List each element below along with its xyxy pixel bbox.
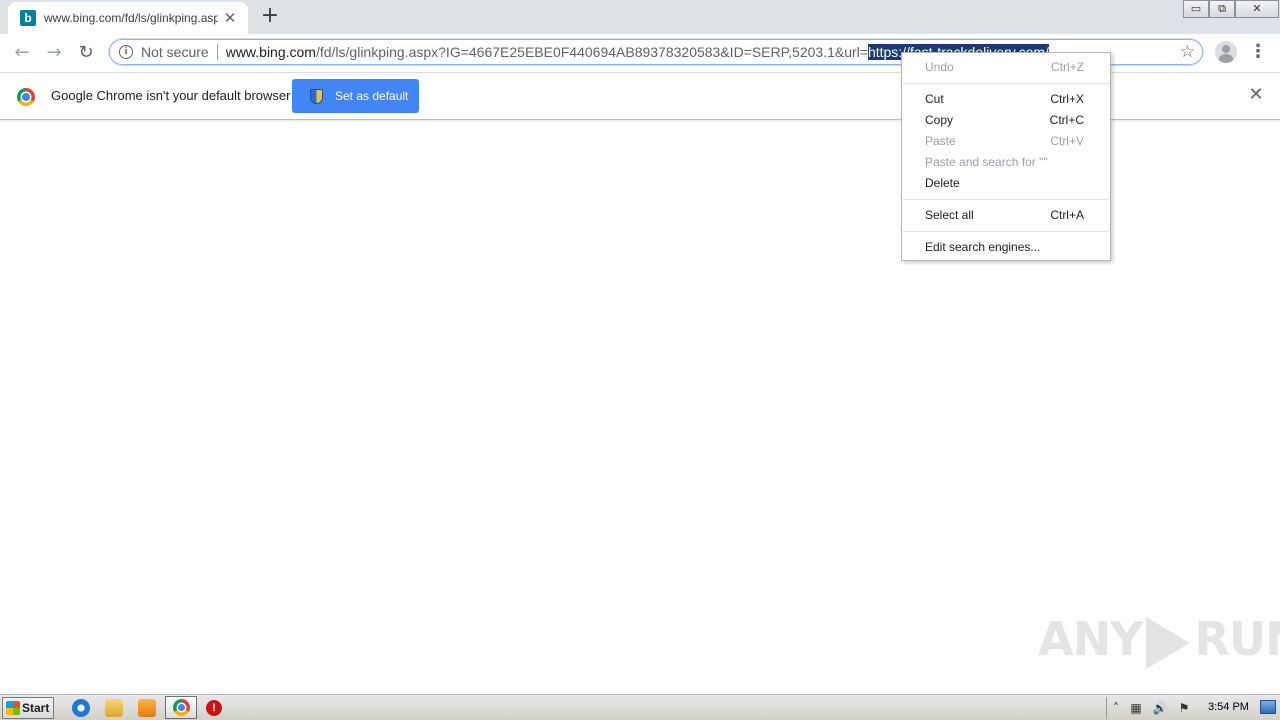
url-host: www.bing.com	[225, 44, 316, 60]
taskbar-chrome-button[interactable]	[165, 696, 197, 719]
watermark-left: ANY	[1038, 612, 1143, 666]
url-path: /fd/ls/glinkping.aspx?IG=4667E25EBE0F440…	[315, 44, 868, 60]
set-as-default-button[interactable]: Set as default	[292, 79, 419, 113]
new-tab-button[interactable]: +	[258, 5, 282, 29]
explorer-icon[interactable]	[105, 699, 123, 717]
profile-avatar-icon[interactable]	[1215, 41, 1237, 63]
taskbar-clock[interactable]: 3:54 PM	[1208, 701, 1249, 713]
shield-icon	[310, 88, 323, 104]
menu-item-undo[interactable]: Undo Ctrl+Z	[902, 57, 1110, 77]
start-label: Start	[22, 701, 50, 715]
context-menu: Undo Ctrl+Z Cut Ctrl+X Copy Ctrl+C Paste…	[901, 52, 1111, 261]
watermark-right: RUN	[1194, 612, 1280, 666]
menu-item-cut[interactable]: Cut Ctrl+X	[902, 89, 1110, 109]
back-button[interactable]: ←	[8, 39, 36, 67]
minimize-button[interactable]: ▭	[1183, 0, 1209, 18]
omnibox-divider	[216, 44, 218, 60]
chrome-icon	[173, 699, 190, 716]
browser-tab[interactable]: b www.bing.com/fd/ls/glinkping.aspx?IG=4…	[8, 2, 248, 34]
stop-icon[interactable]: !	[206, 700, 222, 716]
menu-item-label: Undo	[925, 60, 954, 74]
menu-item-paste-and-search[interactable]: Paste and search for ""	[902, 152, 1110, 172]
menu-item-paste[interactable]: Paste Ctrl+V	[902, 131, 1110, 151]
window-controls: ▭ ⧉ ✕	[1183, 0, 1279, 18]
tab-strip: b www.bing.com/fd/ls/glinkping.aspx?IG=4…	[0, 0, 1280, 34]
forward-button[interactable]: →	[40, 39, 68, 67]
menu-separator	[903, 83, 1109, 84]
menu-item-select-all[interactable]: Select all Ctrl+A	[902, 205, 1110, 225]
ie-icon[interactable]	[72, 699, 90, 717]
menu-item-edit-search-engines[interactable]: Edit search engines...	[902, 237, 1110, 257]
reload-button[interactable]: ↻	[72, 39, 100, 67]
menu-item-label: Select all	[925, 208, 974, 222]
bing-favicon-icon: b	[20, 10, 36, 26]
menu-item-delete[interactable]: Delete	[902, 173, 1110, 193]
volume-icon[interactable]: 🔊	[1152, 700, 1168, 716]
menu-item-label: Copy	[925, 113, 954, 127]
tray-arrow-icon[interactable]: ˄	[1108, 700, 1124, 716]
security-label[interactable]: Not secure	[141, 44, 209, 60]
menu-item-shortcut: Ctrl+V	[1050, 134, 1084, 148]
restore-button[interactable]: ⧉	[1209, 0, 1235, 18]
menu-item-copy[interactable]: Copy Ctrl+C	[902, 110, 1110, 130]
play-icon	[1146, 616, 1191, 669]
menu-item-label: Cut	[925, 92, 944, 106]
info-icon[interactable]: i	[119, 45, 133, 59]
infobar-message: Google Chrome isn't your default browser	[51, 88, 291, 103]
tab-title: www.bing.com/fd/ls/glinkping.aspx?IG=466…	[44, 11, 218, 25]
menu-item-label: Paste and search for ""	[925, 155, 1048, 169]
network-icon[interactable]: ▦	[1128, 700, 1144, 716]
chrome-logo-icon	[17, 88, 35, 106]
tab-close-icon[interactable]: ✕	[222, 10, 238, 26]
infobar-close-icon[interactable]: ✕	[1246, 85, 1266, 105]
menu-item-label: Edit search engines...	[925, 240, 1041, 254]
windows-flag-icon	[6, 701, 20, 715]
system-tray: ˄ ▦ 🔊 ⚑ 3:54 PM	[1106, 697, 1278, 719]
tray-divider	[1106, 697, 1107, 719]
taskbar: Start ! ˄ ▦ 🔊 ⚑ 3:54 PM	[0, 694, 1280, 720]
menu-item-shortcut: Ctrl+X	[1050, 92, 1084, 106]
bookmark-star-icon[interactable]: ☆	[1180, 42, 1195, 62]
start-button[interactable]: Start	[2, 697, 54, 719]
menu-item-shortcut: Ctrl+Z	[1051, 60, 1084, 74]
menu-item-shortcut: Ctrl+A	[1050, 208, 1084, 222]
menu-item-label: Paste	[925, 134, 956, 148]
action-center-flag-icon[interactable]: ⚑	[1176, 700, 1192, 716]
chrome-menu-icon[interactable]: ⋮	[1248, 42, 1268, 64]
set-as-default-label: Set as default	[335, 89, 409, 103]
menu-item-label: Delete	[925, 176, 960, 190]
window-close-button[interactable]: ✕	[1235, 0, 1279, 18]
menu-separator	[903, 199, 1109, 200]
show-desktop-icon[interactable]	[1260, 700, 1276, 714]
menu-item-shortcut: Ctrl+C	[1049, 113, 1084, 127]
media-player-icon[interactable]	[138, 699, 156, 717]
menu-separator	[903, 231, 1109, 232]
anyrun-watermark: ANY RUN	[1038, 612, 1280, 669]
